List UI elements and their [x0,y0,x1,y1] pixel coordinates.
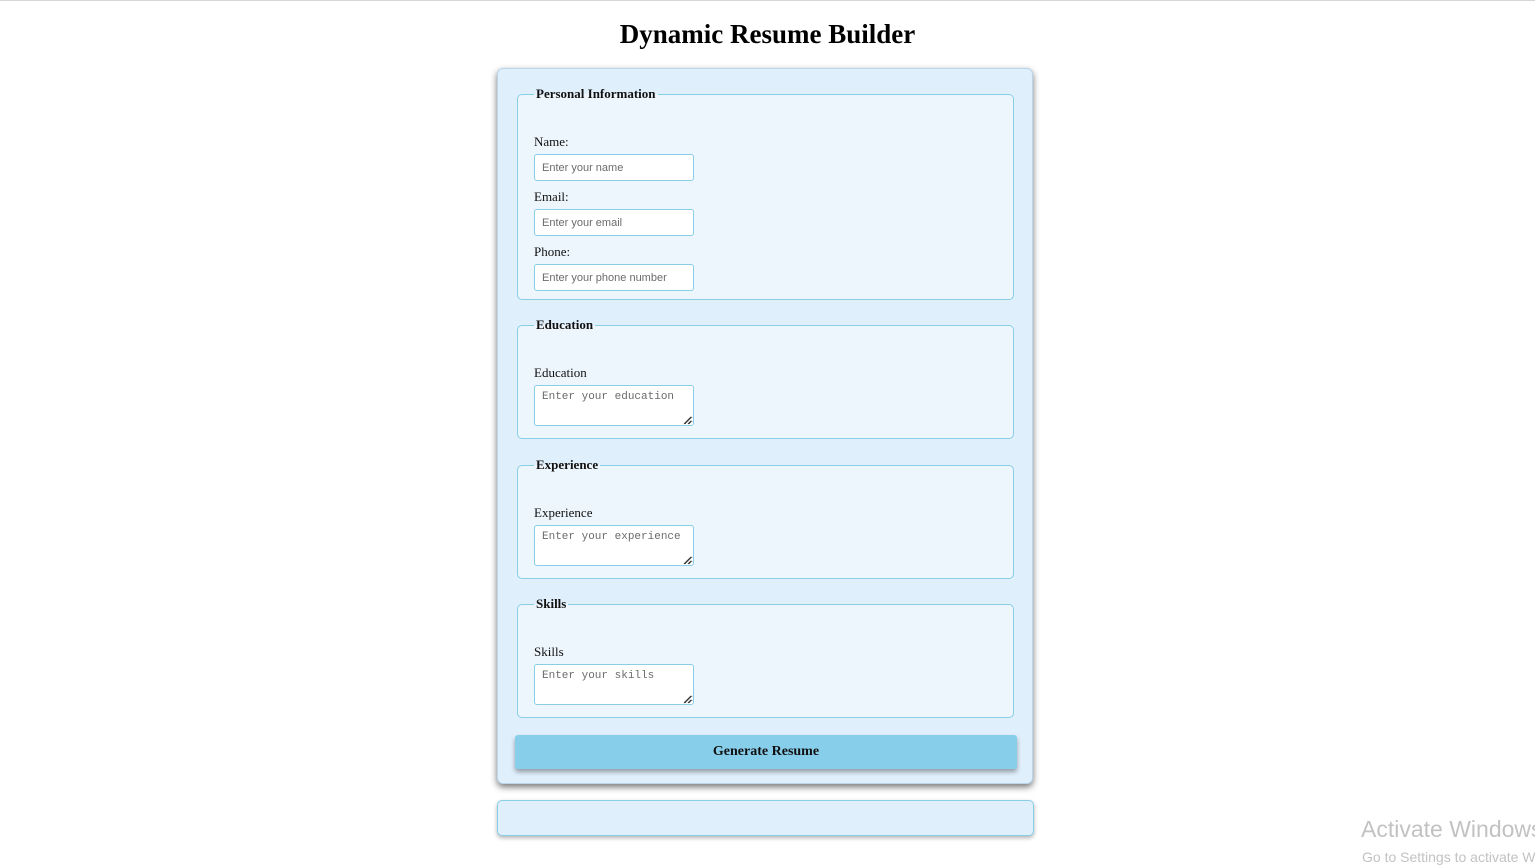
phone-input[interactable] [534,264,694,291]
skills-legend: Skills [536,596,567,611]
experience-label: Experience [534,505,593,520]
activate-windows-subtitle: Go to Settings to activate Windows. [1362,849,1535,865]
education-legend: Education [536,317,594,332]
skills-label: Skills [534,644,564,659]
name-label: Name: [534,134,569,149]
skills-textarea[interactable] [534,664,694,705]
resume-form: Personal Information Name: Email: Phone:… [497,68,1033,784]
education-label: Education [534,365,587,380]
experience-textarea[interactable] [534,525,694,566]
name-input[interactable] [534,154,694,181]
resume-output-container [497,800,1034,836]
phone-label: Phone: [534,244,571,259]
experience-section: Experience Experience [517,457,1014,579]
generate-resume-button[interactable]: Generate Resume [515,735,1017,769]
skills-section: Skills Skills [517,596,1014,718]
page-title: Dynamic Resume Builder [619,19,916,49]
email-label: Email: [534,189,569,204]
education-section: Education Education [517,317,1014,439]
personal-information-legend: Personal Information [536,86,656,101]
email-input[interactable] [534,209,694,236]
experience-legend: Experience [536,457,599,472]
personal-information-section: Personal Information Name: Email: Phone: [517,86,1014,300]
education-textarea[interactable] [534,385,694,426]
activate-windows-watermark: Activate Windows [1361,816,1535,842]
top-divider [0,0,1535,1]
